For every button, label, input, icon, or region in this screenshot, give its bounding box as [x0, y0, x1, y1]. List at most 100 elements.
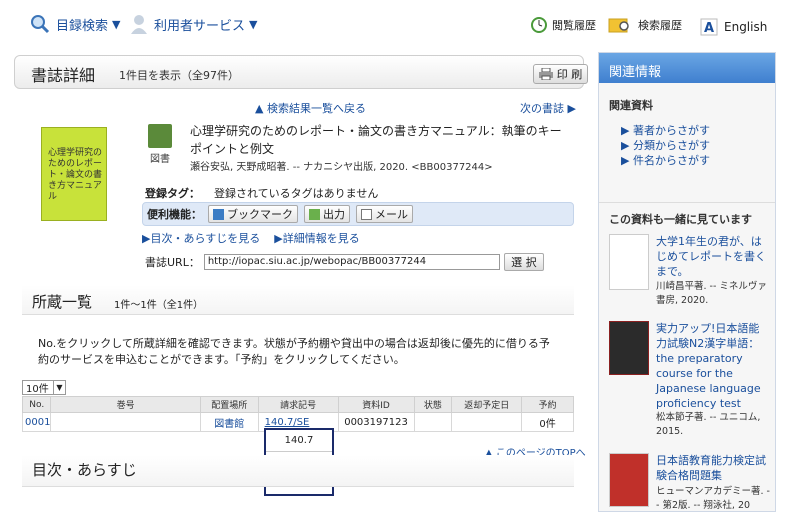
- language-icon: A: [700, 18, 718, 36]
- book-cover[interactable]: 心理学研究のためのレポート・論文の書き方マニュアル: [41, 127, 107, 221]
- col-reserve: 予約: [521, 396, 574, 413]
- chevron-down-icon: ▼: [112, 17, 121, 31]
- email-label: メール: [375, 208, 408, 221]
- top-bar: 目録検索 ▼ 利用者サービス ▼ 閲覧履歴 検索履歴 A English: [0, 0, 800, 52]
- location-link[interactable]: 図書館: [214, 419, 244, 430]
- col-no: No.: [21, 396, 52, 413]
- holdings-title: 所蔵一覧: [32, 293, 93, 311]
- book-title: 心理学研究のためのレポート・論文の書き方マニュアル：執筆のキーポイントと例文: [190, 124, 562, 156]
- english-label: English: [724, 20, 768, 34]
- record-header: 書誌詳細 1件目を表示（全97件） 印 刷: [14, 55, 588, 89]
- col-id: 資料ID: [337, 396, 415, 413]
- select-button[interactable]: 選 択: [503, 253, 544, 271]
- browse-history-label: 閲覧履歴: [552, 19, 596, 32]
- rec-cover[interactable]: [609, 321, 649, 375]
- chevron-down-icon: ▼: [53, 381, 65, 394]
- related-section-title: 関連資料: [609, 99, 653, 112]
- rec-author: 川崎昌平著. -- ミネルヴァ書房, 2020.: [656, 281, 767, 306]
- sidebar-link-class[interactable]: ▶ 分類からさがす: [599, 138, 775, 153]
- table-header-row: No. 巻号 配置場所 請求記号 資料ID 状態 返却予定日 予約: [21, 396, 574, 413]
- cell-status: [413, 412, 453, 432]
- url-row: 書誌URL： http://iopac.siu.ac.jp/webopac/BB…: [145, 253, 544, 271]
- col-call: 請求記号: [257, 396, 339, 413]
- book-author: 瀬谷安弘, 天野成昭著. -- ナカニシヤ出版, 2020. <BB003772…: [190, 162, 493, 173]
- export-icon: [309, 208, 320, 220]
- holdings-header: 所蔵一覧 1件～1件（全1件）: [22, 285, 574, 315]
- back-to-results-label: 検索結果一覧へ戻る: [266, 102, 366, 115]
- sidebar-link-label: 著者からさがす: [632, 124, 710, 137]
- tag-value: 登録されているタグはありません: [214, 187, 379, 200]
- cell-id: 0003197123: [337, 412, 415, 432]
- call-number-link[interactable]: 140.7/SE: [265, 417, 310, 428]
- holding-no-link[interactable]: 0001: [25, 417, 50, 428]
- user-icon: [131, 15, 147, 34]
- rec-title-link[interactable]: 大学1年生の君が、はじめてレポートを書くまで。: [656, 234, 770, 279]
- bookmark-icon: [213, 208, 224, 220]
- user-services-menu[interactable]: 利用者サービス ▼: [130, 14, 257, 34]
- rec-title-link[interactable]: 日本語教育能力検定試験合格問題集: [656, 453, 770, 483]
- sidebar-title: 関連情報: [599, 53, 775, 83]
- toc-link[interactable]: ▶目次・あらすじを見る: [142, 230, 260, 246]
- detail-links: ▶目次・あらすじを見る ▶詳細情報を見る: [142, 230, 360, 246]
- search-history-link[interactable]: 検索履歴: [608, 16, 682, 34]
- email-button[interactable]: メール: [356, 205, 413, 223]
- record-count: 1件目を表示（全97件）: [119, 69, 239, 82]
- bookmark-label: ブックマーク: [227, 208, 293, 221]
- toc-header: 目次・あらすじ: [22, 455, 574, 487]
- book-type-label: 図書: [150, 154, 170, 165]
- rec-cover[interactable]: [609, 234, 649, 290]
- search-history-label: 検索履歴: [638, 19, 682, 32]
- chevron-down-icon: ▼: [249, 17, 258, 31]
- holdings-note: No.をクリックして所蔵詳細を確認できます。状態が予約棚や貸出中の場合は返却後に…: [38, 337, 550, 366]
- printer-icon: [538, 68, 553, 80]
- details-link-label: 詳細情報を見る: [282, 232, 360, 245]
- col-location: 配置場所: [199, 396, 259, 413]
- sidebar-link-label: 件名からさがす: [632, 154, 710, 167]
- popup-line: 140.7: [266, 430, 332, 452]
- print-label: 印 刷: [556, 68, 583, 81]
- clock-icon: [531, 17, 547, 33]
- cell-due: [451, 412, 523, 432]
- svg-text:A: A: [704, 21, 714, 36]
- page-title: 書誌詳細: [31, 66, 96, 85]
- sidebar: 関連情報 関連資料 ▶ 著者からさがす ▶ 分類からさがす ▶ 件名からさがす …: [598, 52, 776, 512]
- per-page-select[interactable]: 10件 ▼: [22, 380, 66, 395]
- col-due: 返却予定日: [451, 396, 523, 413]
- cell-vol: [50, 412, 201, 432]
- toc-link-label: 目次・あらすじを見る: [150, 232, 261, 245]
- toc-title: 目次・あらすじ: [32, 461, 137, 479]
- back-to-results-link[interactable]: ▲ 検索結果一覧へ戻る: [255, 100, 366, 116]
- col-vol: 巻号: [50, 396, 201, 413]
- url-label: 書誌URL：: [145, 256, 200, 269]
- book-type-icon: [148, 124, 172, 148]
- user-services-label: 利用者サービス: [154, 18, 246, 34]
- tag-label: 登録タグ：: [145, 187, 200, 200]
- sidebar-link-label: 分類からさがす: [632, 139, 710, 152]
- mail-icon: [361, 208, 372, 220]
- tools-label: 便利機能：: [147, 208, 202, 221]
- url-field[interactable]: http://iopac.siu.ac.jp/webopac/BB0037724…: [203, 254, 500, 270]
- browse-history-link[interactable]: 閲覧履歴: [530, 16, 596, 34]
- export-label: 出力: [323, 208, 345, 221]
- next-record-label: 次の書誌: [520, 102, 564, 115]
- export-button[interactable]: 出力: [304, 205, 350, 223]
- folder-search-icon: [608, 18, 629, 33]
- catalog-search-menu[interactable]: 目録検索 ▼: [30, 14, 120, 34]
- sidebar-link-subject[interactable]: ▶ 件名からさがす: [599, 153, 775, 168]
- next-record-link[interactable]: 次の書誌 ▶: [520, 100, 576, 116]
- cover-text: 心理学研究のためのレポート・論文の書き方マニュアル: [48, 148, 103, 202]
- rec-author: 松本節子著. -- ユニコム, 2015.: [656, 412, 761, 437]
- col-status: 状態: [413, 396, 453, 413]
- details-link[interactable]: ▶詳細情報を見る: [274, 230, 359, 246]
- rec-cover[interactable]: [609, 453, 649, 507]
- also-viewed-title: この資料も一緒に見ています: [599, 202, 775, 227]
- english-link[interactable]: A English: [700, 18, 767, 36]
- search-icon: [31, 15, 50, 34]
- cell-reserve: 0件: [521, 412, 574, 432]
- print-button[interactable]: 印 刷: [533, 64, 588, 84]
- holdings-table: No. 巻号 配置場所 請求記号 資料ID 状態 返却予定日 予約 0001 図…: [21, 396, 574, 432]
- bookmark-button[interactable]: ブックマーク: [208, 205, 298, 223]
- sidebar-link-author[interactable]: ▶ 著者からさがす: [599, 123, 775, 138]
- rec-title-link[interactable]: 実力アップ!日本語能力試験N2漢字単語：the preparatory cour…: [656, 321, 770, 411]
- tools-row: 便利機能： ブックマーク 出力 メール: [142, 202, 574, 226]
